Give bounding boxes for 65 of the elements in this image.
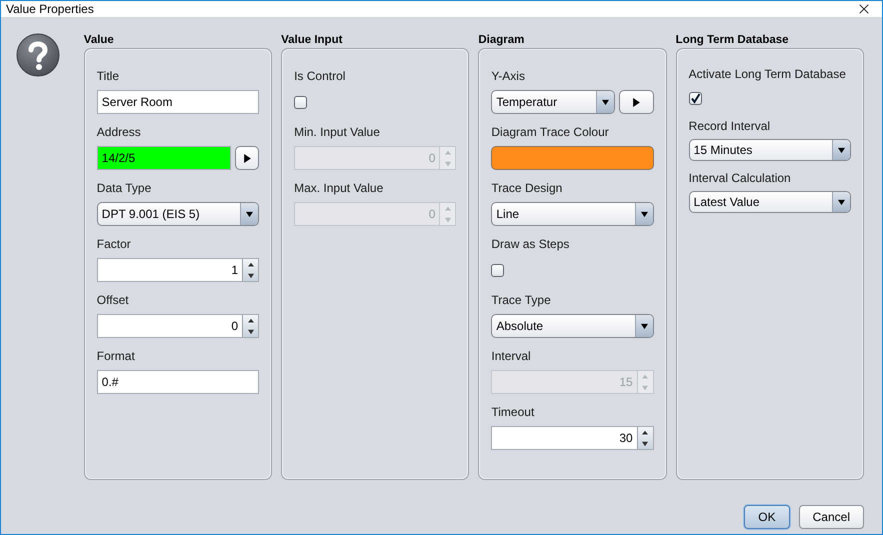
dropdown[interactable]: Line [491,202,654,226]
field-label: Data Type [96,180,152,196]
dropdown[interactable]: Temperatur [491,90,615,114]
up-arrow-icon [642,374,648,380]
group-heading: Diagram [478,33,526,48]
up-arrow-icon [642,430,648,436]
play-button[interactable] [235,146,260,170]
dropdown[interactable]: Latest Value [688,191,851,213]
caret-icon [602,98,609,106]
dropdown[interactable]: DPT 9.001 (EIS 5) [96,202,260,226]
field-label: Y-Axis [491,68,526,84]
dialog-button[interactable]: OK [744,505,790,529]
group-heading: Long Term Database [676,33,790,48]
window-title: Value Properties [6,2,94,16]
help-icon [16,33,60,77]
field-label: Address [96,124,142,140]
up-arrow-icon [248,262,254,268]
dropdown[interactable]: Absolute [491,314,654,338]
field-label: Diagram Trace Colour [491,124,610,140]
checkbox[interactable] [688,92,702,104]
checkbox[interactable] [491,264,504,276]
field-label: Activate Long Term Database [688,66,847,82]
field-label: Title [96,68,120,84]
number-spinner[interactable]: 0 [96,314,260,338]
down-arrow-icon [248,272,254,278]
dropdown[interactable]: 15 Minutes [688,139,851,161]
caret-icon [246,210,254,218]
field-label: Interval [491,348,532,364]
up-arrow-icon [444,150,451,156]
address-field[interactable]: 14/2/5 [96,146,232,170]
field-label: Draw as Steps [491,236,570,252]
group-heading: Value [84,33,115,48]
down-arrow-icon [642,440,648,446]
field-label: Timeout [491,404,536,420]
caret-icon [640,322,648,330]
text-field[interactable]: Server Room [96,90,260,114]
group-heading: Value Input [281,33,344,48]
down-arrow-icon [444,216,451,222]
down-arrow-icon [248,328,254,334]
play-icon [242,154,252,162]
caret-icon [838,198,845,206]
field-label: Is Control [294,68,346,84]
field-label: Trace Design [491,180,564,196]
field-label: Format [96,348,136,364]
caret-icon [640,210,648,218]
text-field[interactable]: 0.# [96,370,260,394]
number-spinner[interactable]: 30 [491,426,654,450]
field-label: Min. Input Value [294,124,381,140]
field-label: Trace Type [491,292,552,308]
colour-swatch[interactable] [491,146,654,170]
caret-icon [838,146,845,154]
up-arrow-icon [444,206,451,212]
checkbox[interactable] [294,96,308,108]
field-label: Factor [96,236,132,252]
down-arrow-icon [444,160,451,166]
number-spinner[interactable]: 1 [96,258,260,282]
dialog-button[interactable]: Cancel [798,505,864,529]
play-button[interactable] [618,90,654,114]
play-icon [632,98,641,106]
down-arrow-icon [642,384,648,390]
field-label: Offset [96,292,130,308]
up-arrow-icon [248,318,254,324]
field-label: Interval Calculation [688,170,792,186]
field-label: Record Interval [688,118,772,134]
field-label: Max. Input Value [294,180,384,196]
